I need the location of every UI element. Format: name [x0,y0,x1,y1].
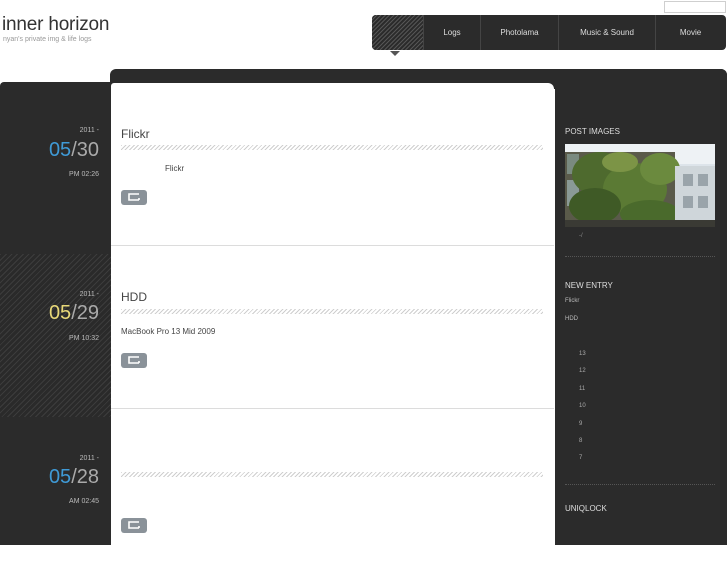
permalink-button[interactable] [121,190,147,205]
archive-link[interactable]: 12 [579,368,586,374]
entry-time: PM 02:26 [69,171,99,178]
entry-title[interactable]: HDD [121,290,147,304]
date-cell: 2011 - 05/29 PM 10:32 [0,254,111,417]
entry: Flickr Flickr [111,83,554,246]
sidebar [555,69,727,545]
sidebar-divider [565,256,715,257]
entry [111,409,554,545]
site-subtitle: nyan's private img & life logs [3,36,92,43]
uniqlock-heading: UNIQLOCK [565,504,607,513]
new-entry-link[interactable]: HDD [565,316,578,322]
permalink-button[interactable] [121,353,147,368]
entry-time: PM 10:32 [69,335,99,342]
archive-link[interactable]: 10 [579,403,586,409]
permalink-button[interactable] [121,518,147,533]
entry-month: 05 [48,466,72,488]
archive-link[interactable]: 7 [579,455,582,461]
entry-month: 05 [48,139,72,161]
sidebar-divider [565,484,715,485]
entry-divider [121,472,543,477]
entry-body: MacBook Pro 13 Mid 2009 [121,327,216,336]
nav-stripe-decoration [372,15,424,50]
return-icon [128,356,140,364]
nav-item-logs[interactable]: Logs [424,15,481,50]
nav-item-photolama[interactable]: Photolama [481,15,559,50]
return-icon [128,193,140,201]
entry-year: 2011 - [79,127,99,134]
date-cell: 2011 - 05/28 AM 02:45 [0,418,111,581]
entry-divider [121,309,543,314]
return-icon [128,521,140,529]
archive-link[interactable]: 9 [579,421,582,427]
entry-day: 28 [76,466,99,488]
entry-divider [121,145,543,150]
entry-time: AM 02:45 [69,498,99,505]
nav-pointer-icon [390,51,400,56]
entry-body: Flickr [165,164,185,173]
entry-month: 05 [48,302,72,324]
entry: HDD MacBook Pro 13 Mid 2009 [111,246,554,409]
archive-link[interactable]: 13 [579,351,586,357]
entry-month-day: 05/30 [49,139,99,162]
search-input[interactable] [664,1,726,13]
main-content: Flickr Flickr HDD MacBook Pro 13 Mid 200… [111,83,554,545]
site-title[interactable]: inner horizon [2,14,109,36]
entry-title[interactable]: Flickr [121,127,150,141]
archive-link[interactable]: 11 [579,386,585,392]
archive-link[interactable]: 8 [579,438,582,444]
global-nav: Logs Photolama Music & Sound Movie [372,15,726,50]
post-images-pager[interactable]: -/ [579,233,583,239]
entry-year: 2011 - [79,291,99,298]
new-entry-heading: NEW ENTRY [565,281,613,290]
new-entry-link[interactable]: Flickr [565,298,579,304]
date-cell: 2011 - 05/30 PM 02:26 [0,91,111,254]
entry-day: 30 [76,139,99,161]
nav-item-movie[interactable]: Movie [656,15,725,50]
nav-item-music-sound[interactable]: Music & Sound [559,15,656,50]
entry-month-day: 05/29 [49,302,99,325]
entry-month-day: 05/28 [49,466,99,489]
post-image-thumbnail[interactable] [565,144,715,227]
entry-year: 2011 - [79,455,99,462]
post-images-heading: POST IMAGES [565,127,620,136]
entry-day: 29 [76,302,99,324]
ivy-building-photo [565,144,715,227]
